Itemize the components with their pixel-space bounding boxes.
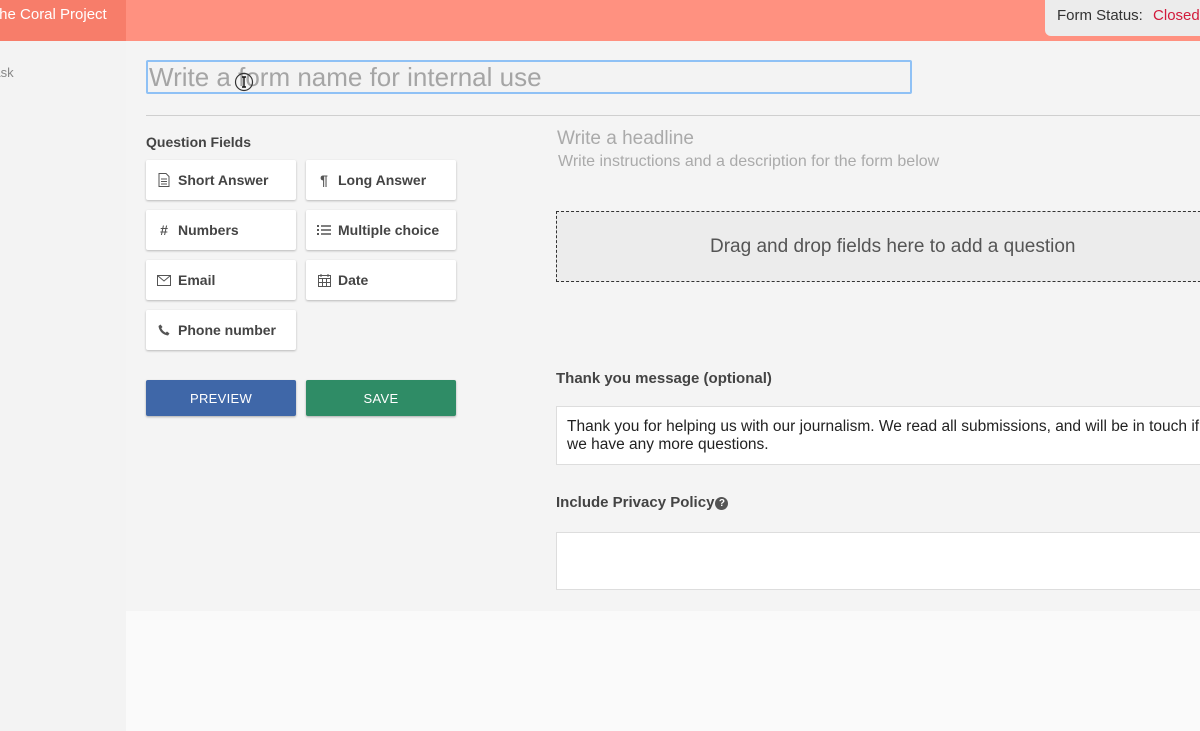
- phone-number-field-button[interactable]: Phone number: [146, 310, 296, 350]
- numbers-field-button[interactable]: # Numbers: [146, 210, 296, 250]
- phone-icon: [157, 323, 171, 337]
- text-cursor-icon: [234, 72, 254, 92]
- envelope-icon: [157, 273, 171, 287]
- dropzone-text: Drag and drop fields here to add a quest…: [710, 235, 1076, 257]
- document-icon: [157, 173, 171, 187]
- footer-area: [126, 611, 1200, 731]
- top-bar: [0, 0, 1200, 41]
- calendar-icon: [317, 273, 331, 287]
- field-label: Email: [178, 272, 216, 288]
- privacy-policy-label: Include Privacy Policy ?: [556, 494, 729, 511]
- field-label: Date: [338, 272, 369, 288]
- field-label: Numbers: [178, 222, 239, 238]
- question-dropzone[interactable]: Drag and drop fields here to add a quest…: [556, 211, 1200, 282]
- field-label: Long Answer: [338, 172, 427, 188]
- paragraph-icon: ¶: [320, 172, 328, 188]
- save-button[interactable]: SAVE: [306, 380, 456, 416]
- sidebar-item-ask[interactable]: Ask: [0, 65, 14, 80]
- headline-input[interactable]: Write a headline: [557, 128, 694, 150]
- long-answer-field-button[interactable]: ¶ Long Answer: [306, 160, 456, 200]
- question-fields-title: Question Fields: [146, 134, 252, 150]
- divider: [146, 115, 1200, 116]
- field-label: Phone number: [178, 322, 277, 338]
- email-field-button[interactable]: Email: [146, 260, 296, 300]
- field-label: Multiple choice: [338, 222, 440, 238]
- date-field-button[interactable]: Date: [306, 260, 456, 300]
- question-mark-icon[interactable]: ?: [715, 497, 729, 510]
- list-icon: [317, 223, 331, 237]
- preview-button[interactable]: PREVIEW: [146, 380, 296, 416]
- privacy-policy-text: Include Privacy Policy: [556, 494, 715, 511]
- form-name-input[interactable]: [146, 60, 912, 94]
- thank-you-textarea[interactable]: Thank you for helping us with our journa…: [556, 406, 1200, 465]
- brand-logo[interactable]: The Coral Project: [0, 0, 126, 41]
- privacy-policy-textarea[interactable]: [556, 532, 1200, 590]
- brand-name: The Coral Project: [0, 6, 107, 23]
- multiple-choice-field-button[interactable]: Multiple choice: [306, 210, 456, 250]
- field-label: Short Answer: [178, 172, 269, 188]
- form-status[interactable]: Form Status: Closed: [1045, 0, 1200, 36]
- hash-icon: #: [160, 222, 168, 238]
- thank-you-label: Thank you message (optional): [556, 370, 772, 387]
- thank-you-text: Thank you for helping us with our journa…: [567, 418, 1200, 453]
- form-status-label: Form Status:: [1057, 7, 1143, 24]
- instructions-input[interactable]: Write instructions and a description for…: [558, 153, 939, 171]
- short-answer-field-button[interactable]: Short Answer: [146, 160, 296, 200]
- form-status-value[interactable]: Closed: [1153, 7, 1200, 24]
- sidebar: Ask: [0, 41, 126, 731]
